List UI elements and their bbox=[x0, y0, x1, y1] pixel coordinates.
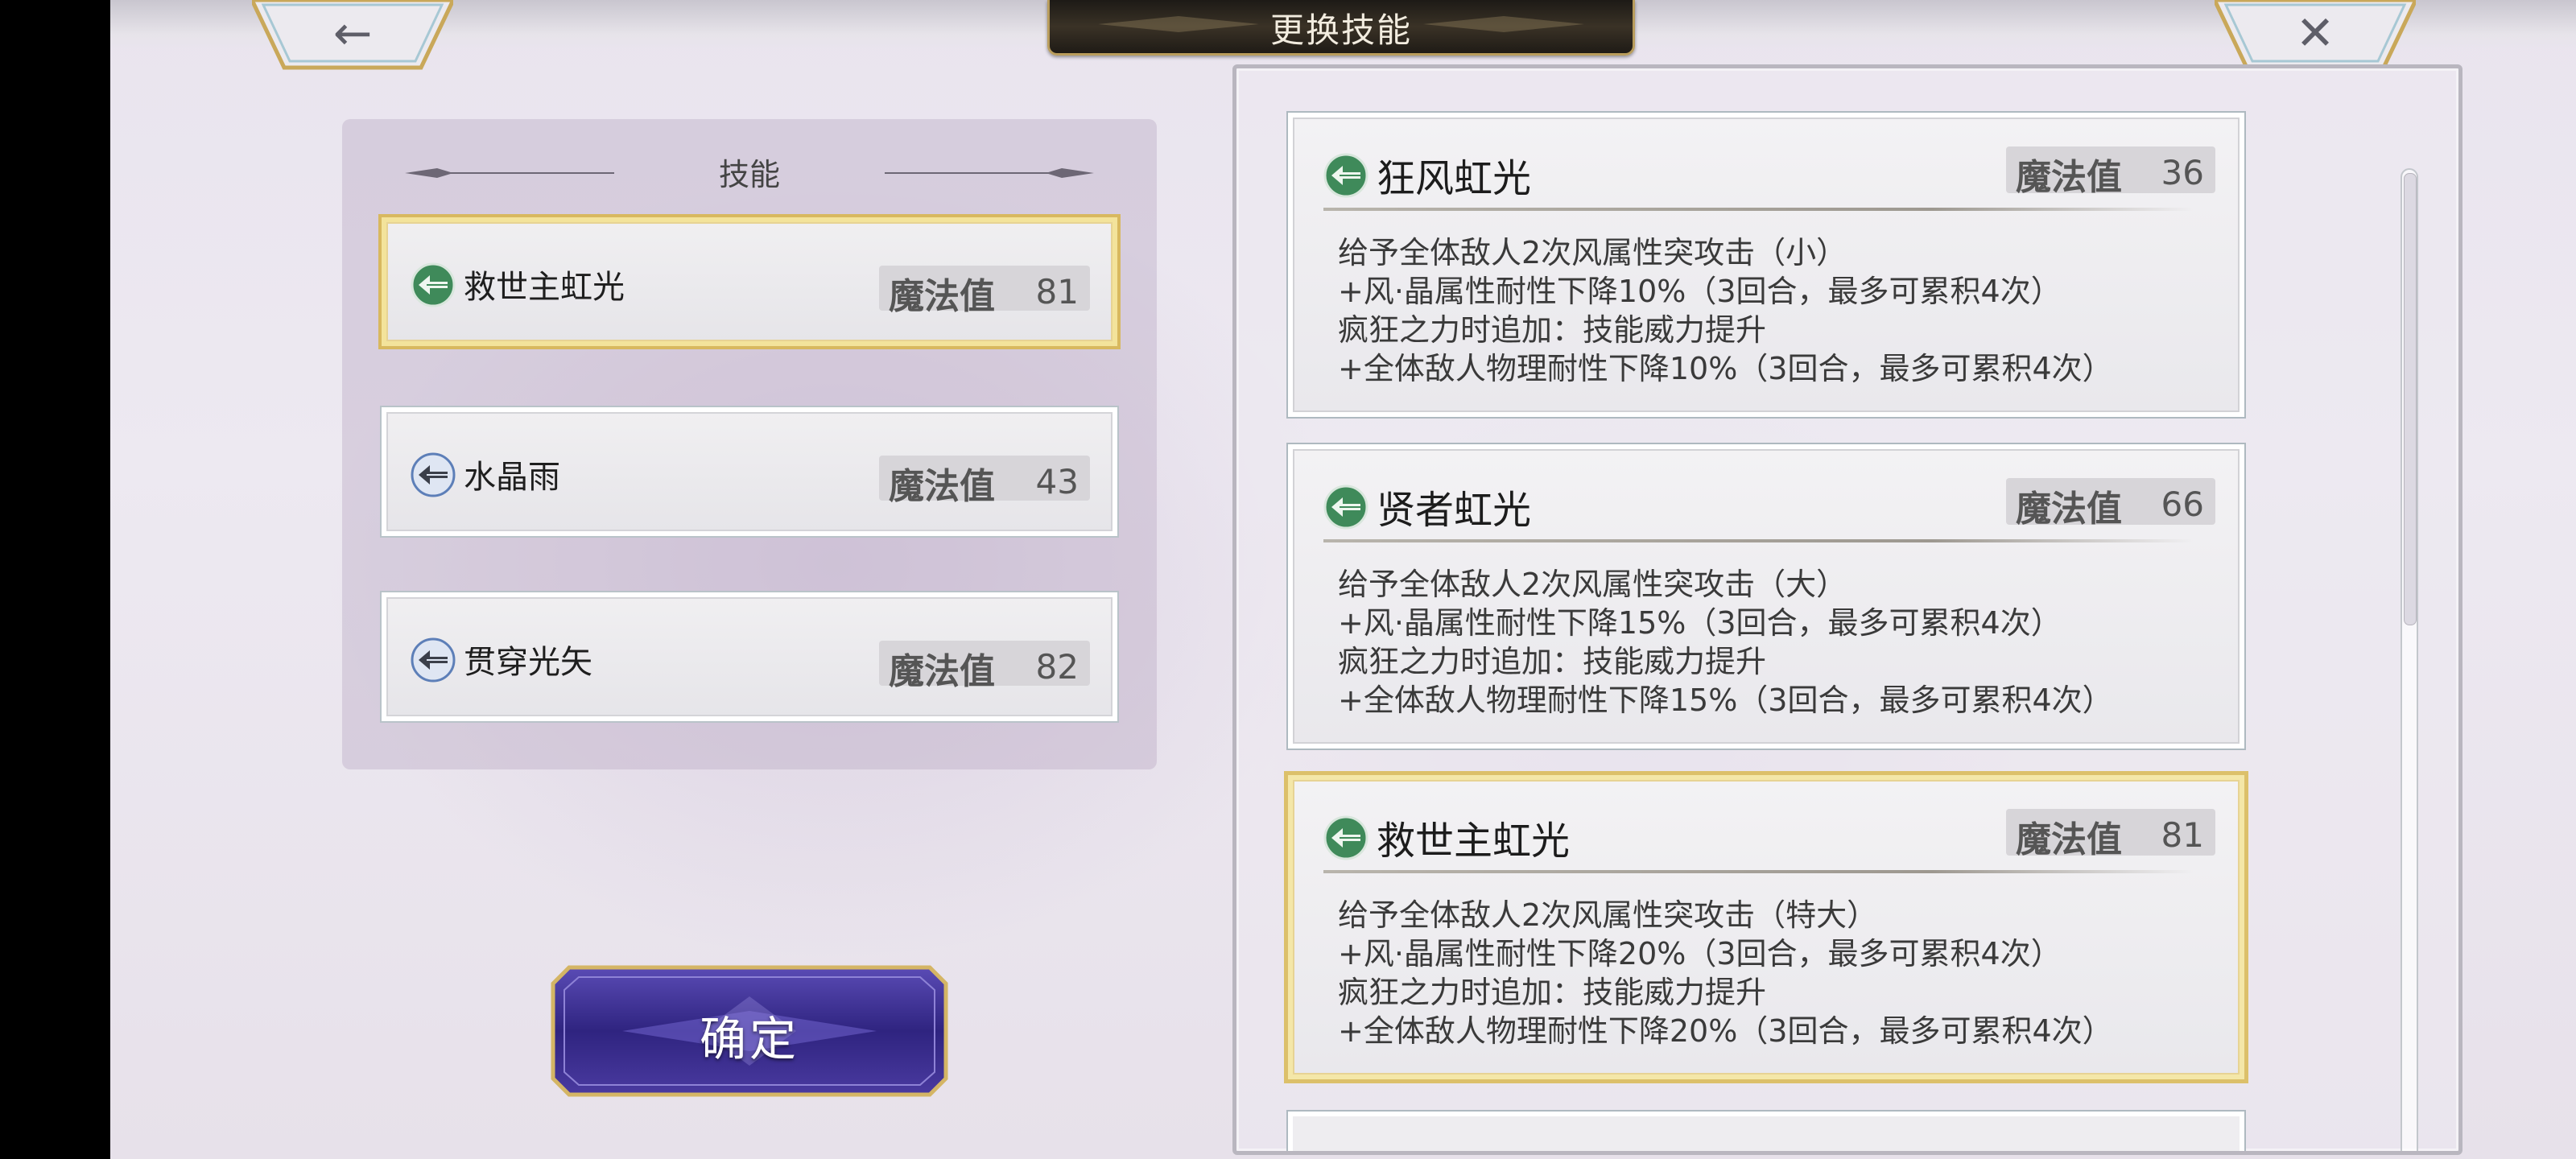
mp-label: 魔法值 bbox=[889, 276, 995, 317]
desc-line: 给予全体敌人2次风属性突攻击（特大） bbox=[1338, 897, 1878, 933]
confirm-button[interactable]: 确定 bbox=[550, 964, 949, 1098]
desc-line: 疯狂之力时追加：技能威力提升 bbox=[1338, 312, 1767, 348]
skill-description: 给予全体敌人2次风属性突攻击（大） +风·晶属性耐性下降15%（3回合，最多可累… bbox=[1338, 565, 2223, 720]
scrollbar-thumb[interactable] bbox=[2404, 173, 2417, 625]
title-plate: 更换技能 bbox=[1047, 0, 1635, 56]
skill-card-1[interactable]: 狂风虹光 魔法值 36 给予全体敌人2次风属性突攻击（小） +风·晶属性耐性下降… bbox=[1288, 113, 2244, 417]
skill-card-3[interactable]: 救世主虹光 魔法值 81 给予全体敌人2次风属性突攻击（特大） +风·晶属性耐性… bbox=[1288, 775, 2244, 1079]
back-button[interactable]: ← bbox=[252, 0, 453, 72]
divider bbox=[1323, 870, 2193, 873]
mp-label: 魔法值 bbox=[2016, 489, 2122, 530]
skill-card-4-partial[interactable] bbox=[1288, 1112, 2244, 1151]
mp-badge: 魔法值 43 bbox=[879, 456, 1090, 507]
divider bbox=[1323, 539, 2193, 542]
desc-line: 疯狂之力时追加：技能威力提升 bbox=[1338, 975, 1767, 1010]
skill-name: 救世主虹光 bbox=[1377, 819, 1571, 864]
mp-value: 82 bbox=[1035, 647, 1079, 687]
mp-label: 魔法值 bbox=[889, 651, 995, 692]
scrollbar[interactable] bbox=[2401, 168, 2418, 1151]
mp-badge: 魔法值 82 bbox=[879, 641, 1090, 692]
desc-line: +全体敌人物理耐性下降20%（3回合，最多可累积4次） bbox=[1338, 1013, 2113, 1049]
skill-name: 狂风虹光 bbox=[1377, 156, 1532, 201]
slot-skill-name: 救世主虹光 bbox=[464, 269, 625, 306]
desc-line: 给予全体敌人2次风属性突攻击（大） bbox=[1338, 567, 1847, 602]
skill-description: 给予全体敌人2次风属性突攻击（小） +风·晶属性耐性下降10%（3回合，最多可累… bbox=[1338, 233, 2223, 388]
skill-list-panel[interactable]: 狂风虹光 魔法值 36 给予全体敌人2次风属性突攻击（小） +风·晶属性耐性下降… bbox=[1232, 64, 2462, 1155]
mp-label: 魔法值 bbox=[889, 466, 995, 507]
mp-label: 魔法值 bbox=[2016, 819, 2122, 860]
mp-value: 43 bbox=[1035, 462, 1079, 501]
mp-badge: 魔法值 36 bbox=[2006, 146, 2215, 198]
skill-name: 贤者虹光 bbox=[1377, 488, 1532, 533]
wind-arrow-icon bbox=[1323, 485, 1368, 530]
divider bbox=[1323, 208, 2193, 211]
slot-skill-name: 水晶雨 bbox=[464, 459, 560, 496]
skill-description: 给予全体敌人2次风属性突攻击（特大） +风·晶属性耐性下降20%（3回合，最多可… bbox=[1338, 896, 2223, 1050]
close-x-icon: ✕ bbox=[2295, 6, 2335, 60]
left-arrow-icon: ← bbox=[332, 6, 373, 60]
mp-badge: 魔法值 81 bbox=[879, 266, 1090, 317]
mp-value: 36 bbox=[2161, 153, 2204, 192]
skill-slot-2[interactable]: 水晶雨 魔法值 43 bbox=[382, 407, 1117, 536]
wind-arrow-icon bbox=[1323, 815, 1368, 860]
desc-line: 疯狂之力时追加：技能威力提升 bbox=[1338, 644, 1767, 679]
mp-value: 81 bbox=[2161, 815, 2204, 855]
page-title: 更换技能 bbox=[1269, 10, 1412, 50]
mp-label: 魔法值 bbox=[2016, 157, 2122, 198]
mp-badge: 魔法值 66 bbox=[2006, 478, 2215, 530]
slot-skill-name: 贯穿光矢 bbox=[464, 644, 592, 681]
desc-line: 给予全体敌人2次风属性突攻击（小） bbox=[1338, 235, 1847, 270]
desc-line: +风·晶属性耐性下降10%（3回合，最多可累积4次） bbox=[1338, 274, 2062, 309]
confirm-label: 确定 bbox=[699, 1012, 799, 1066]
skill-slot-3[interactable]: 贯穿光矢 魔法值 82 bbox=[382, 592, 1117, 721]
crystal-arrow-icon bbox=[411, 452, 456, 497]
mp-value: 66 bbox=[2161, 485, 2204, 524]
equipped-skills-panel: 技能 救世主虹光 魔法值 81 水晶雨 魔法值 43 贯穿光矢 魔法值 82 bbox=[342, 119, 1157, 769]
close-button[interactable]: ✕ bbox=[2215, 0, 2416, 72]
game-screen: ← ✕ 更换技能 技能 救世主虹光 魔法值 81 水晶雨 魔法值 43 贯穿光矢… bbox=[110, 0, 2576, 1159]
mp-value: 81 bbox=[1035, 272, 1079, 311]
wind-arrow-icon bbox=[411, 262, 456, 307]
light-arrow-icon bbox=[411, 637, 456, 683]
desc-line: +全体敌人物理耐性下降15%（3回合，最多可累积4次） bbox=[1338, 683, 2113, 718]
skill-card-2[interactable]: 贤者虹光 魔法值 66 给予全体敌人2次风属性突攻击（大） +风·晶属性耐性下降… bbox=[1288, 444, 2244, 749]
desc-line: +风·晶属性耐性下降15%（3回合，最多可累积4次） bbox=[1338, 605, 2062, 641]
mp-badge: 魔法值 81 bbox=[2006, 809, 2215, 860]
skill-slot-1[interactable]: 救世主虹光 魔法值 81 bbox=[382, 217, 1117, 346]
panel-title: 技能 bbox=[718, 157, 780, 192]
desc-line: +风·晶属性耐性下降20%（3回合，最多可累积4次） bbox=[1338, 936, 2062, 971]
wind-arrow-icon bbox=[1323, 153, 1368, 198]
desc-line: +全体敌人物理耐性下降10%（3回合，最多可累积4次） bbox=[1338, 351, 2113, 386]
